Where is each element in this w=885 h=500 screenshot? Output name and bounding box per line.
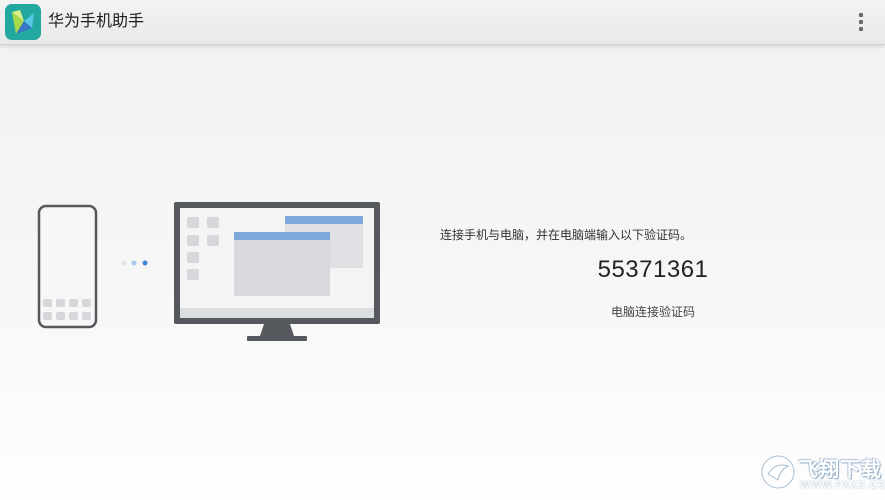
connection-illustration bbox=[37, 202, 380, 341]
phone-icon bbox=[37, 204, 98, 329]
watermark-logo-icon bbox=[760, 454, 796, 490]
watermark-url: WWW.FXXZ.COM bbox=[800, 480, 885, 491]
connection-instruction: 连接手机与电脑，并在电脑端输入以下验证码。 bbox=[440, 228, 693, 242]
verification-code: 55371361 bbox=[597, 256, 709, 283]
verification-code-label: 电脑连接验证码 bbox=[610, 305, 695, 319]
computer-monitor-icon bbox=[174, 202, 380, 341]
watermark: 飞翔下载 WWW.FXXZ.COM bbox=[758, 452, 885, 496]
connecting-dots-icon bbox=[121, 260, 148, 266]
watermark-title: 飞翔下载 bbox=[798, 457, 882, 481]
